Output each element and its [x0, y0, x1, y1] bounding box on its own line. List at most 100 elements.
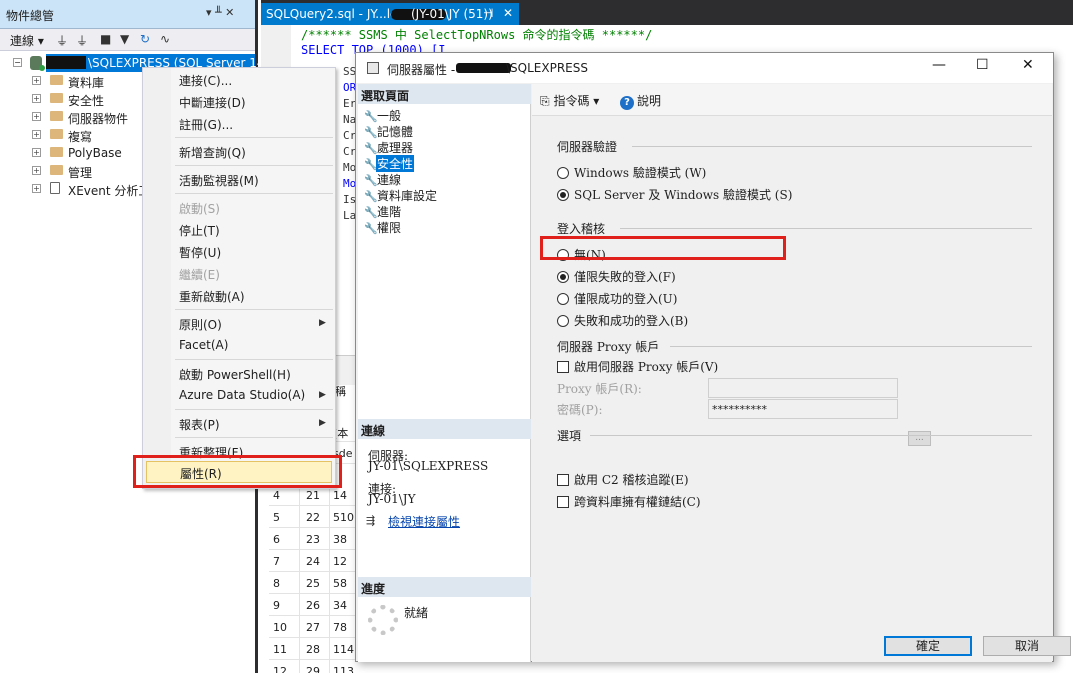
connection-value: JY-01\JY: [368, 492, 416, 506]
cross-db-chaining-checkbox[interactable]: 跨資料庫擁有權鏈結(C): [557, 493, 701, 510]
expand-icon[interactable]: +: [32, 94, 41, 103]
dialog-title-suffix: \SQLEXPRESS: [506, 61, 588, 75]
page-connections[interactable]: 🔧連線: [364, 171, 402, 188]
ok-button[interactable]: 確定: [884, 636, 972, 656]
pin-icon[interactable]: ⊣: [483, 6, 493, 20]
folder-icon: [50, 129, 63, 139]
menu-item-new-query[interactable]: 新增查詢(Q): [179, 144, 246, 161]
panel-pin-controls[interactable]: ▾ ╨ ✕: [206, 6, 234, 19]
radio-mixed-auth[interactable]: SQL Server 及 Windows 驗證模式 (S): [557, 186, 792, 203]
proxy-title: 伺服器 Proxy 帳戶: [557, 340, 660, 354]
activity-icon[interactable]: ∿: [160, 32, 170, 46]
view-connection-properties-link[interactable]: 檢視連接屬性: [388, 513, 460, 530]
connection-header: 連線: [358, 419, 531, 439]
page-security[interactable]: 🔧安全性: [364, 155, 415, 172]
wrench-icon: 🔧: [364, 222, 378, 235]
close-icon[interactable]: ✕: [1022, 57, 1034, 73]
menu-icon-gutter: [143, 68, 171, 488]
menu-item-connect[interactable]: 連接(C)...: [179, 72, 232, 89]
folder-icon: [50, 147, 63, 157]
wrench-icon: 🔧: [364, 174, 378, 187]
dialog-button-bar: 確定 取消: [532, 622, 1071, 662]
table-row[interactable]: 11 28 114: [269, 638, 359, 660]
menu-separator: [175, 409, 333, 410]
help-button[interactable]: ? 說明: [620, 92, 661, 110]
page-advanced[interactable]: 🔧進階: [364, 203, 402, 220]
menu-item-register[interactable]: 註冊(G)...: [179, 116, 233, 133]
connect-plug-icon[interactable]: ⏚: [56, 32, 68, 49]
radio-audit-failed[interactable]: 僅限失敗的登入(F): [557, 268, 676, 285]
menu-item-resume: 繼續(E): [179, 268, 220, 282]
page-general[interactable]: 🔧一般: [364, 107, 402, 124]
menu-item-facets[interactable]: Facet(A): [179, 338, 228, 352]
object-explorer-titlebar: 物件總管 ▾ ╨ ✕: [0, 0, 255, 29]
tab-sqlquery2[interactable]: SQLQuery2.sql - JY...le (JY-01\JY (51)) …: [261, 3, 519, 25]
dialog-content-pane: ⎘ 指令碼 ▾ ? 說明 伺服器驗證 Windows 驗證模式 (W) SQL S…: [532, 84, 1071, 662]
table-row[interactable]: 9 26 34: [269, 594, 359, 616]
enable-proxy-checkbox[interactable]: 啟用伺服器 Proxy 帳戶(V): [557, 358, 718, 375]
menu-item-policies[interactable]: 原則(O): [179, 316, 222, 333]
radio-windows-auth[interactable]: Windows 驗證模式 (W): [557, 164, 706, 181]
table-row[interactable]: 8 25 58: [269, 572, 359, 594]
radio-circle: [557, 167, 569, 179]
folder-icon: [50, 165, 63, 175]
menu-separator: [175, 165, 333, 166]
menu-item-restart[interactable]: 重新啟動(A): [179, 288, 245, 305]
radio-audit-successful[interactable]: 僅限成功的登入(U): [557, 290, 677, 307]
table-row[interactable]: 5 22 510: [269, 506, 359, 528]
menu-item-reports[interactable]: 報表(P): [179, 416, 220, 433]
expand-icon[interactable]: +: [32, 148, 41, 157]
connect-dropdown[interactable]: 連線 ▾: [10, 32, 44, 49]
wrench-icon: 🔧: [364, 158, 378, 171]
refresh-icon[interactable]: ↻: [140, 32, 150, 46]
menu-separator: [175, 309, 333, 310]
close-icon[interactable]: ✕: [503, 6, 513, 20]
table-row[interactable]: 7 24 12: [269, 550, 359, 572]
page-processors[interactable]: 🔧處理器: [364, 139, 414, 156]
redacted-block: [456, 63, 511, 73]
submenu-arrow-icon: ▶: [319, 318, 326, 328]
script-button[interactable]: ⎘ 指令碼 ▾: [540, 92, 599, 109]
filter-icon[interactable]: ▼: [120, 32, 129, 46]
maximize-icon[interactable]: ☐: [976, 57, 989, 73]
menu-item-stop[interactable]: 停止(T): [179, 222, 220, 239]
table-row[interactable]: 12 29 113: [269, 660, 359, 673]
wrench-icon: 🔧: [364, 206, 378, 219]
menu-item-disconnect[interactable]: 中斷連接(D): [179, 94, 246, 111]
cancel-button[interactable]: 取消: [983, 636, 1071, 656]
page-memory[interactable]: 🔧記憶體: [364, 123, 414, 140]
menu-item-activity-monitor[interactable]: 活動監視器(M): [179, 172, 259, 189]
server-context-menu: 連接(C)... 中斷連接(D) 註冊(G)... 新增查詢(Q) 活動監視器(…: [142, 67, 336, 489]
minimize-icon[interactable]: —: [932, 57, 946, 73]
page-permissions[interactable]: 🔧權限: [364, 219, 402, 236]
table-row[interactable]: 10 27 78: [269, 616, 359, 638]
page-database-settings[interactable]: 🔧資料庫設定: [364, 187, 438, 204]
server-properties-dialog: 伺服器屬性 - \SQLEXPRESS — ☐ ✕ 選取頁面 🔧一般 🔧記憶體 …: [355, 52, 1071, 662]
progress-status: 就緒: [404, 606, 429, 620]
menu-separator: [175, 137, 333, 138]
expand-icon[interactable]: +: [32, 130, 41, 139]
wrench-icon: 🔧: [364, 126, 378, 139]
proxy-password-field: **********: [708, 399, 898, 419]
expand-icon[interactable]: +: [32, 76, 41, 85]
stop-icon[interactable]: ■: [100, 32, 111, 46]
radio-audit-both[interactable]: 失敗和成功的登入(B): [557, 312, 688, 329]
collapse-icon[interactable]: −: [13, 58, 22, 67]
menu-item-start-powershell[interactable]: 啟動 PowerShell(H): [179, 366, 291, 383]
proxy-password-label: 密碼(P):: [557, 403, 603, 417]
menu-item-pause[interactable]: 暫停(U): [179, 244, 221, 261]
dialog-titlebar: 伺服器屬性 - \SQLEXPRESS — ☐ ✕: [356, 53, 1053, 83]
expand-icon[interactable]: +: [32, 184, 41, 193]
server-icon: [30, 56, 45, 71]
menu-item-azure-data-studio[interactable]: Azure Data Studio(A): [179, 388, 305, 402]
table-row[interactable]: 6 23 38: [269, 528, 359, 550]
menu-separator: [175, 437, 333, 438]
expand-icon[interactable]: +: [32, 112, 41, 121]
redacted-block: [46, 56, 86, 69]
proxy-account-label: Proxy 帳戶(R):: [557, 382, 642, 396]
c2-audit-checkbox[interactable]: 啟用 C2 稽核追蹤(E): [557, 471, 689, 488]
script-icon: ⎘: [540, 94, 550, 108]
submenu-arrow-icon: ▶: [319, 390, 326, 400]
expand-icon[interactable]: +: [32, 166, 41, 175]
disconnect-icon[interactable]: ⏚: [76, 32, 88, 49]
